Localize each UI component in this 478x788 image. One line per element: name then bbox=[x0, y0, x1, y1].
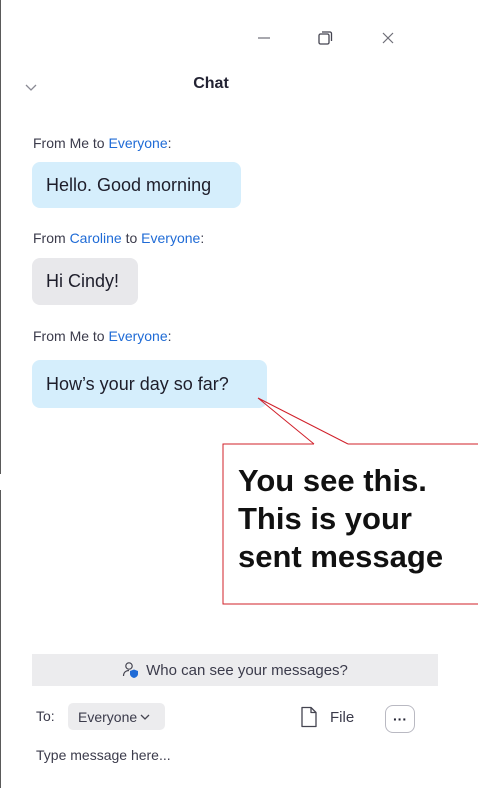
who-can-see-messages-button[interactable]: Who can see your messages? bbox=[32, 654, 438, 686]
file-icon bbox=[301, 706, 317, 728]
chevron-down-icon bbox=[140, 714, 150, 720]
ellipsis-icon: ··· bbox=[393, 711, 407, 727]
to-label: To: bbox=[36, 708, 55, 724]
message-input[interactable] bbox=[30, 742, 442, 768]
who-can-see-label: Who can see your messages? bbox=[146, 661, 348, 679]
more-options-button[interactable]: ··· bbox=[385, 705, 415, 733]
recipient-value: Everyone bbox=[78, 708, 138, 725]
person-shield-icon bbox=[123, 662, 139, 678]
callout-line: sent message bbox=[238, 539, 444, 574]
callout-line: This is your bbox=[238, 501, 412, 536]
file-button[interactable]: File bbox=[300, 703, 354, 731]
file-label: File bbox=[330, 708, 355, 726]
callout-text: You see this. This is your sent message bbox=[238, 462, 443, 576]
callout-line: You see this. bbox=[238, 463, 427, 498]
recipient-dropdown[interactable]: Everyone bbox=[68, 703, 165, 730]
